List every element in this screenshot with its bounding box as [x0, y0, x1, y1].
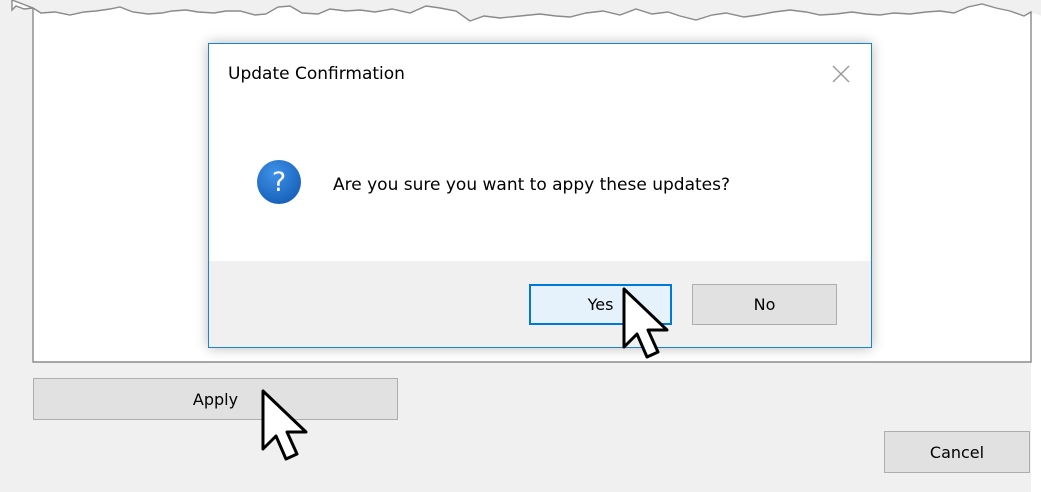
- dialog-message: Are you sure you want to appy these upda…: [333, 175, 730, 195]
- update-confirmation-dialog: Update Confirmation ? Are you sure you w…: [208, 43, 872, 348]
- dialog-button-bar: Yes No: [209, 261, 871, 347]
- no-button[interactable]: No: [692, 284, 837, 325]
- apply-button[interactable]: Apply: [33, 378, 398, 420]
- question-icon: ?: [257, 160, 301, 204]
- mouse-cursor-icon: [622, 287, 669, 359]
- cancel-button[interactable]: Cancel: [884, 431, 1030, 473]
- question-mark-glyph: ?: [272, 167, 286, 198]
- dialog-title: Update Confirmation: [228, 64, 405, 84]
- mouse-cursor-icon: [261, 389, 308, 461]
- close-icon[interactable]: [829, 62, 853, 86]
